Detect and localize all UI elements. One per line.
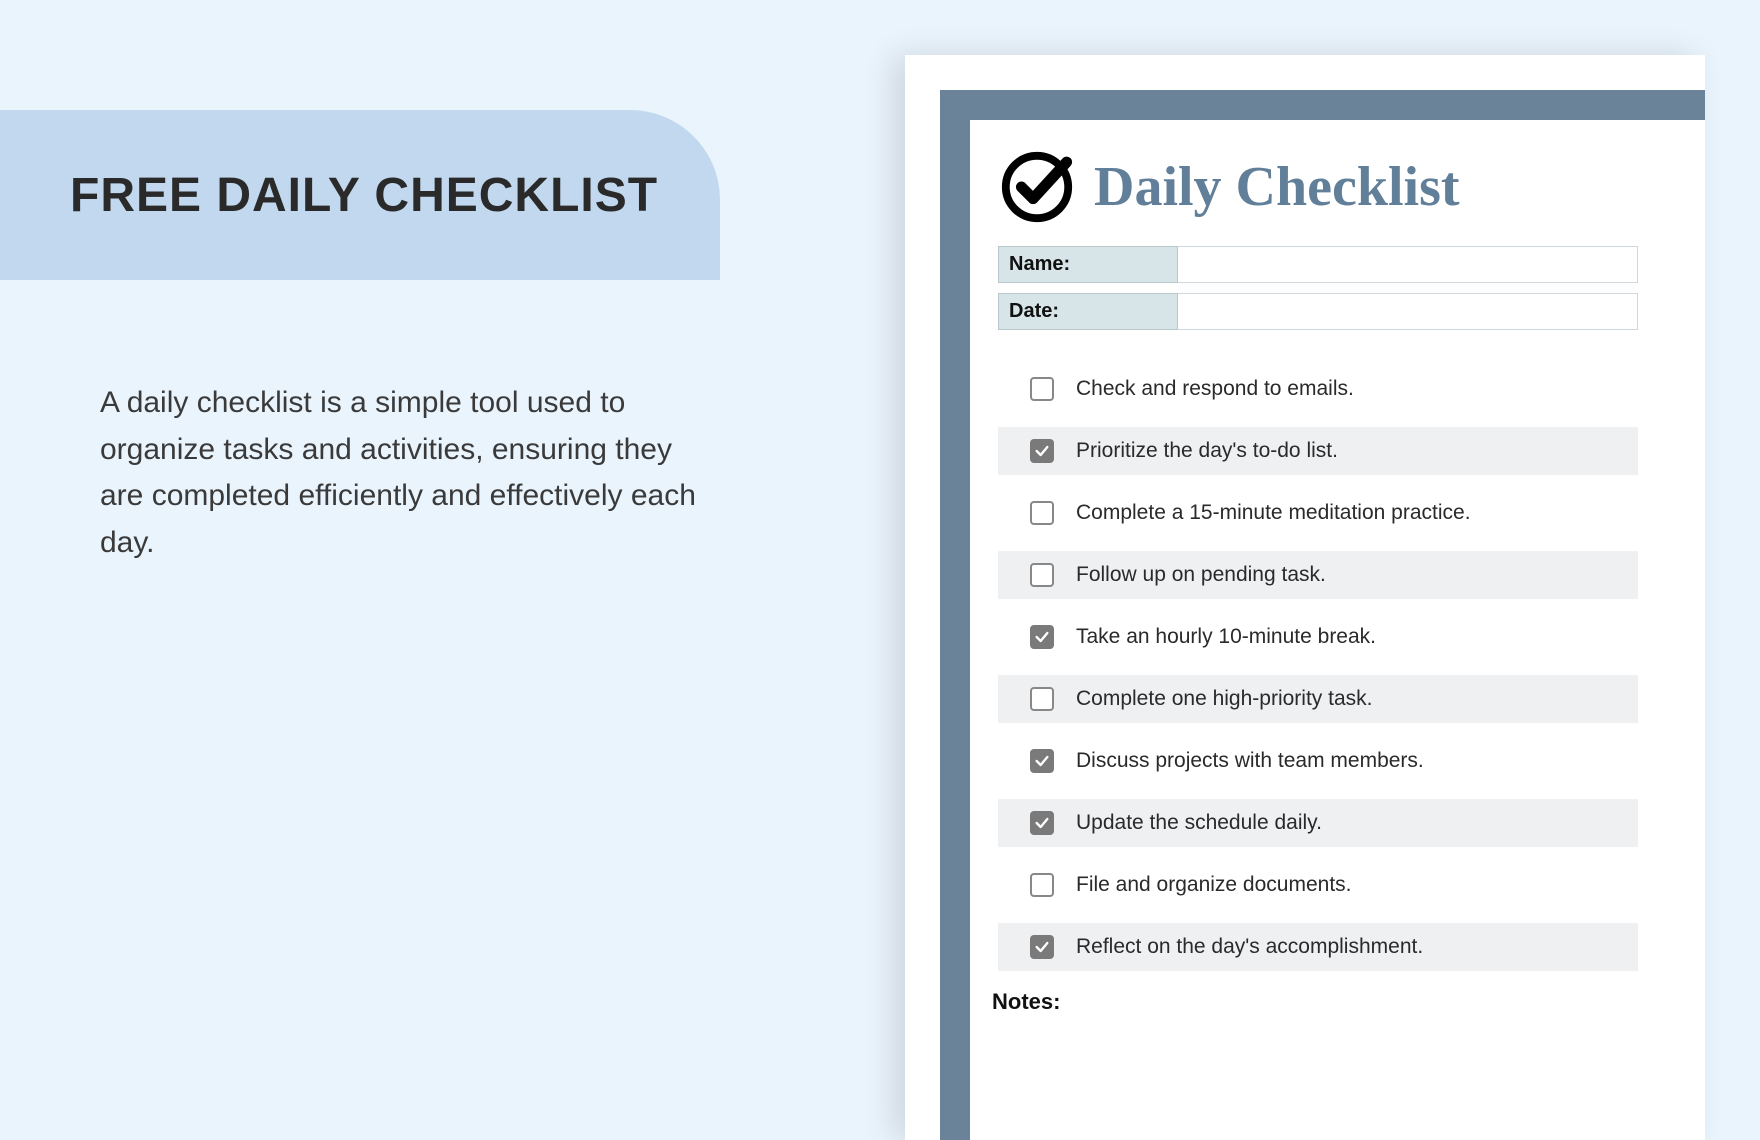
checkbox[interactable] (1030, 439, 1054, 463)
checklist-item-text: Prioritize the day's to-do list. (1076, 439, 1338, 463)
checkbox[interactable] (1030, 935, 1054, 959)
checklist-item: Follow up on pending task. (998, 551, 1638, 599)
page-title: FREE DAILY CHECKLIST (70, 168, 658, 223)
checkbox[interactable] (1030, 501, 1054, 525)
checkbox[interactable] (1030, 749, 1054, 773)
checkbox[interactable] (1030, 563, 1054, 587)
checkbox[interactable] (1030, 625, 1054, 649)
checkbox[interactable] (1030, 377, 1054, 401)
checklist-item-text: Complete a 15-minute meditation practice… (1076, 501, 1471, 525)
checklist-item: Take an hourly 10-minute break. (998, 613, 1638, 661)
date-field-row: Date: (998, 293, 1638, 330)
name-input[interactable] (1178, 246, 1638, 283)
checkbox[interactable] (1030, 811, 1054, 835)
document-preview: Daily Checklist Name: Date: Check and re… (905, 55, 1705, 1140)
document-frame: Daily Checklist Name: Date: Check and re… (940, 90, 1705, 1140)
checklist-item: Complete a 15-minute meditation practice… (998, 489, 1638, 537)
checklist-item: Prioritize the day's to-do list. (998, 427, 1638, 475)
name-field-row: Name: (998, 246, 1638, 283)
left-panel: FREE DAILY CHECKLIST A daily checklist i… (0, 0, 880, 1140)
checklist-item-text: File and organize documents. (1076, 873, 1352, 897)
name-label: Name: (998, 246, 1178, 283)
checkbox[interactable] (1030, 687, 1054, 711)
checklist-item: Reflect on the day's accomplishment. (998, 923, 1638, 971)
checklist-item-text: Follow up on pending task. (1076, 563, 1326, 587)
notes-label: Notes: (992, 989, 1705, 1015)
checklist-item-text: Discuss projects with team members. (1076, 749, 1424, 773)
checklist-item: Complete one high-priority task. (998, 675, 1638, 723)
document-header: Daily Checklist (998, 148, 1705, 226)
document-title: Daily Checklist (1094, 155, 1460, 219)
checklist-item: Discuss projects with team members. (998, 737, 1638, 785)
date-input[interactable] (1178, 293, 1638, 330)
checklist-item: Check and respond to emails. (998, 365, 1638, 413)
checklist-item-text: Update the schedule daily. (1076, 811, 1322, 835)
checklist-item-text: Reflect on the day's accomplishment. (1076, 935, 1423, 959)
checkmark-logo-icon (998, 148, 1076, 226)
checklist-item-text: Take an hourly 10-minute break. (1076, 625, 1376, 649)
checklist: Check and respond to emails. Prioritize t… (998, 365, 1638, 971)
date-label: Date: (998, 293, 1178, 330)
checkbox[interactable] (1030, 873, 1054, 897)
title-banner: FREE DAILY CHECKLIST (0, 110, 720, 280)
checklist-item-text: Complete one high-priority task. (1076, 687, 1372, 711)
checklist-item: File and organize documents. (998, 861, 1638, 909)
checklist-item: Update the schedule daily. (998, 799, 1638, 847)
description-text: A daily checklist is a simple tool used … (100, 380, 700, 566)
checklist-item-text: Check and respond to emails. (1076, 377, 1354, 401)
